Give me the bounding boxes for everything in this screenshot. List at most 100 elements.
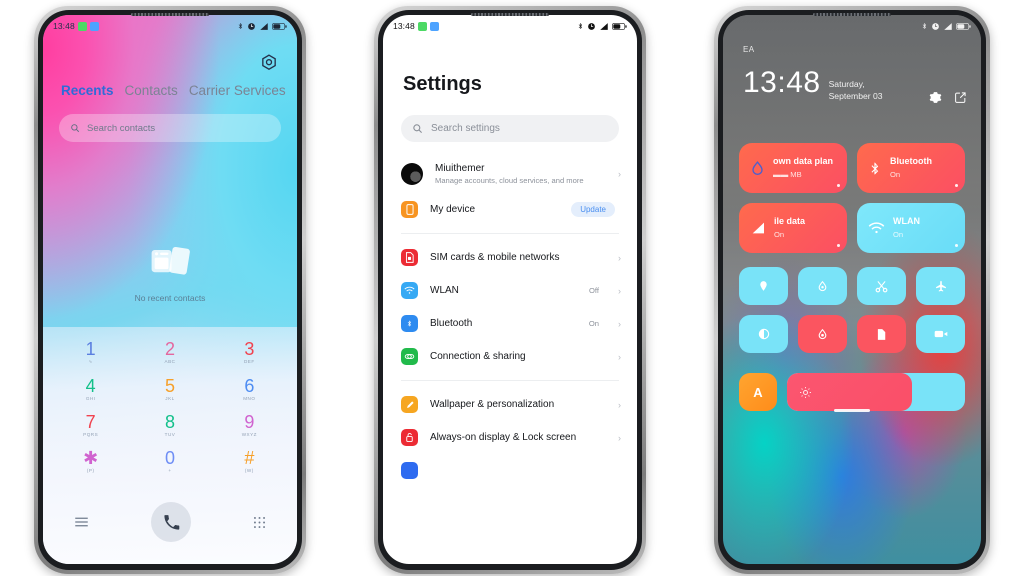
- signal-icon: [752, 222, 764, 234]
- dialpad-key-5[interactable]: 5 JKL: [130, 372, 209, 403]
- settings-list: Miuithemer Manage accounts, cloud servic…: [383, 155, 637, 564]
- tile-scissors[interactable]: [857, 267, 906, 305]
- settings-row-wallpaper[interactable]: Wallpaper & personalization ›: [383, 388, 637, 421]
- settings-row-my-device[interactable]: My device Update: [383, 193, 637, 226]
- key-letters: DEF: [243, 359, 255, 364]
- tile-screen-record[interactable]: [916, 315, 965, 353]
- my-device-text: My device: [430, 203, 559, 216]
- tile-wlan[interactable]: WLAN On: [857, 203, 965, 253]
- dialpad-key-0[interactable]: 0 +: [130, 444, 209, 475]
- dialpad-key-8[interactable]: 8 TUV: [130, 408, 209, 439]
- phone-screen: 13:48 Settings Search settings Miuitheme…: [383, 15, 637, 564]
- dialpad-key-star[interactable]: ✱ (P): [51, 444, 130, 475]
- tile-bluetooth-subtitle: On: [890, 170, 901, 179]
- home-indicator[interactable]: [834, 409, 870, 412]
- tile-data-plan-text: own data plan ▬▬ MB: [773, 155, 833, 181]
- chevron-right-icon: ›: [618, 399, 621, 410]
- green-call-badge-icon: [417, 21, 427, 31]
- update-badge[interactable]: Update: [571, 202, 615, 217]
- dialpad-key-2[interactable]: 2 ABC: [130, 335, 209, 367]
- signal-icon: [260, 22, 268, 30]
- bluetooth-icon: [578, 23, 583, 29]
- bluetooth-label: Bluetooth: [430, 318, 473, 329]
- auto-brightness-icon[interactable]: A: [739, 373, 777, 411]
- blue-app-badge-icon: [429, 21, 439, 31]
- phone-screen: EA 13:48 Saturday, September 03 own data…: [723, 15, 981, 564]
- tab-recents[interactable]: Recents: [61, 83, 114, 98]
- chevron-right-icon: ›: [618, 285, 621, 296]
- bluetooth-icon: [871, 162, 879, 174]
- dialpad-key-4[interactable]: 4 GHI: [51, 372, 130, 403]
- edit-icon[interactable]: [954, 91, 967, 104]
- gear-icon[interactable]: [929, 91, 942, 104]
- chevron-right-icon: ›: [618, 169, 621, 179]
- search-contacts-input[interactable]: Search contacts: [59, 114, 281, 142]
- call-icon: [163, 514, 179, 530]
- search-settings-placeholder: Search settings: [431, 123, 500, 134]
- battery-icon: [612, 22, 627, 30]
- phone-control-center: EA 13:48 Saturday, September 03 own data…: [714, 6, 990, 574]
- clock-date: Saturday, September 03: [828, 79, 883, 101]
- settings-row-sim-cards[interactable]: SIM cards & mobile networks ›: [383, 241, 637, 274]
- screen-record-icon: [934, 330, 947, 338]
- my-device-label: My device: [430, 204, 476, 215]
- dialer-bottom-bar: [43, 502, 297, 542]
- settings-row-lock-screen[interactable]: Always-on display & Lock screen ›: [383, 421, 637, 454]
- call-button[interactable]: [151, 502, 191, 542]
- tile-location[interactable]: [739, 267, 788, 305]
- tile-flashlight[interactable]: [798, 315, 847, 353]
- key-number: 9: [244, 412, 255, 432]
- brightness-icon: [800, 386, 811, 398]
- dialpad-key-1[interactable]: 1 ∿: [51, 335, 130, 367]
- tab-contacts[interactable]: Contacts: [125, 83, 178, 98]
- alarm-icon: [248, 22, 255, 30]
- key-number: ✱: [83, 448, 99, 468]
- dialer-content: Recents Contacts Carrier Services Search…: [43, 15, 297, 564]
- tile-data-plan-subtitle: ▬▬ MB: [773, 170, 802, 179]
- status-time: 13:48: [393, 21, 415, 31]
- dialpad-key-9[interactable]: 9 WXYZ: [210, 408, 289, 439]
- tile-data-plan[interactable]: own data plan ▬▬ MB: [739, 143, 847, 193]
- search-settings-input[interactable]: Search settings: [401, 115, 619, 142]
- dark-mode-icon: [758, 328, 769, 340]
- dialpad-key-6[interactable]: 6 MNO: [210, 372, 289, 403]
- lock-screen-label: Always-on display & Lock screen: [430, 432, 577, 443]
- tile-bluetooth[interactable]: Bluetooth On: [857, 143, 965, 193]
- status-bar-left: 13:48: [53, 21, 99, 31]
- dialpad-key-hash[interactable]: # (W): [210, 444, 289, 475]
- settings-row-bluetooth[interactable]: Bluetooth On ›: [383, 307, 637, 340]
- key-number: 5: [164, 376, 175, 396]
- tile-status-dot: [954, 183, 958, 187]
- tab-carrier-services[interactable]: Carrier Services: [189, 83, 286, 98]
- connection-text: Connection & sharing: [430, 350, 587, 363]
- tile-water[interactable]: [798, 267, 847, 305]
- tile-mobile-data[interactable]: ile data On: [739, 203, 847, 253]
- settings-row-connection-sharing[interactable]: Connection & sharing ›: [383, 340, 637, 373]
- settings-row-wlan[interactable]: WLAN Off ›: [383, 274, 637, 307]
- wallpaper-label: Wallpaper & personalization: [430, 399, 555, 410]
- wallpaper-text: Wallpaper & personalization: [430, 398, 606, 411]
- keypad-icon[interactable]: [253, 516, 266, 529]
- tile-mobile-data-title: ile data: [774, 216, 806, 226]
- quick-settings-small-tiles: [739, 267, 965, 353]
- gear-icon[interactable]: [259, 53, 279, 73]
- alarm-icon: [588, 22, 595, 30]
- bluetooth-value: On: [588, 319, 599, 328]
- menu-icon[interactable]: [74, 516, 89, 528]
- phone-bezel: EA 13:48 Saturday, September 03 own data…: [718, 10, 986, 570]
- dialpad-key-3[interactable]: 3 DEF: [210, 335, 289, 367]
- tile-dark-mode[interactable]: [739, 315, 788, 353]
- tile-airplane-mode[interactable]: [916, 267, 965, 305]
- phone-bezel: 13:48 Recents Contacts Carrier Services …: [38, 10, 302, 570]
- brightness-slider[interactable]: [787, 373, 965, 411]
- dialpad-key-7[interactable]: 7 PQRS: [51, 408, 130, 439]
- key-number: #: [244, 448, 255, 468]
- search-contacts-placeholder: Search contacts: [87, 122, 156, 134]
- key-number: 1: [85, 339, 96, 359]
- share-icon: [401, 348, 418, 365]
- settings-row-partial[interactable]: [383, 454, 637, 487]
- status-bar-left: 13:48: [393, 21, 439, 31]
- tile-screenshot[interactable]: [857, 315, 906, 353]
- settings-row-account[interactable]: Miuithemer Manage accounts, cloud servic…: [383, 155, 637, 193]
- status-bar: 13:48: [43, 15, 297, 37]
